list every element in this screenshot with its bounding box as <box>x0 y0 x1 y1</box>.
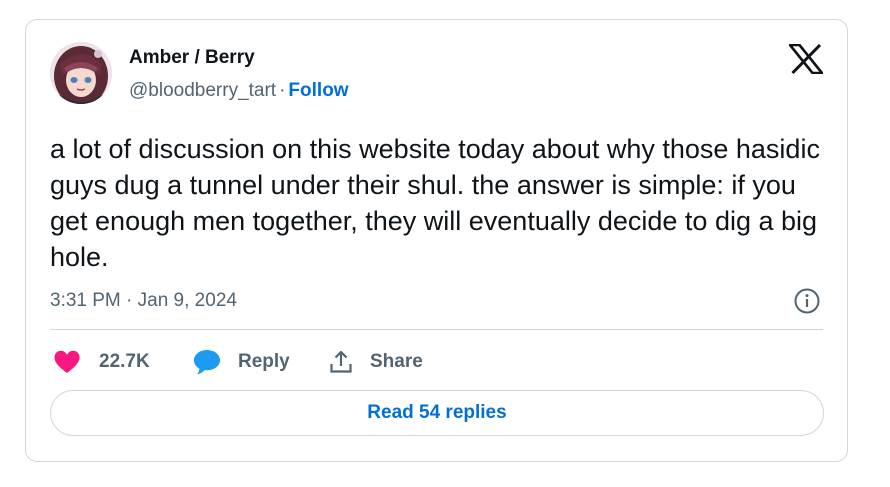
like-button[interactable]: 22.7K <box>53 347 150 377</box>
share-button[interactable]: Share <box>328 347 423 377</box>
avatar[interactable] <box>50 42 112 104</box>
follow-button[interactable]: Follow <box>288 80 348 101</box>
like-count: 22.7K <box>99 351 150 372</box>
tweet-timestamp[interactable]: 3:31 PM · Jan 9, 2024 <box>50 290 237 312</box>
x-logo-icon[interactable] <box>787 43 825 75</box>
divider <box>50 329 823 330</box>
read-replies-button[interactable]: Read 54 replies <box>50 390 824 436</box>
reply-label: Reply <box>238 351 290 372</box>
tweet-text: a lot of discussion on this website toda… <box>50 134 820 272</box>
reply-bubble-icon <box>194 350 220 375</box>
info-icon[interactable] <box>793 287 821 315</box>
display-name[interactable]: Amber / Berry <box>129 47 255 69</box>
user-handle[interactable]: @bloodberry_tart <box>129 80 276 101</box>
reply-button[interactable]: Reply <box>192 347 290 377</box>
heart-icon <box>54 350 80 373</box>
separator-dot: · <box>279 80 286 101</box>
share-icon <box>330 350 352 373</box>
tweet-card: Amber / Berry @bloodberry_tart · Follow a … <box>25 19 848 462</box>
share-label: Share <box>370 351 423 372</box>
handle-row: @bloodberry_tart · Follow <box>129 80 349 102</box>
